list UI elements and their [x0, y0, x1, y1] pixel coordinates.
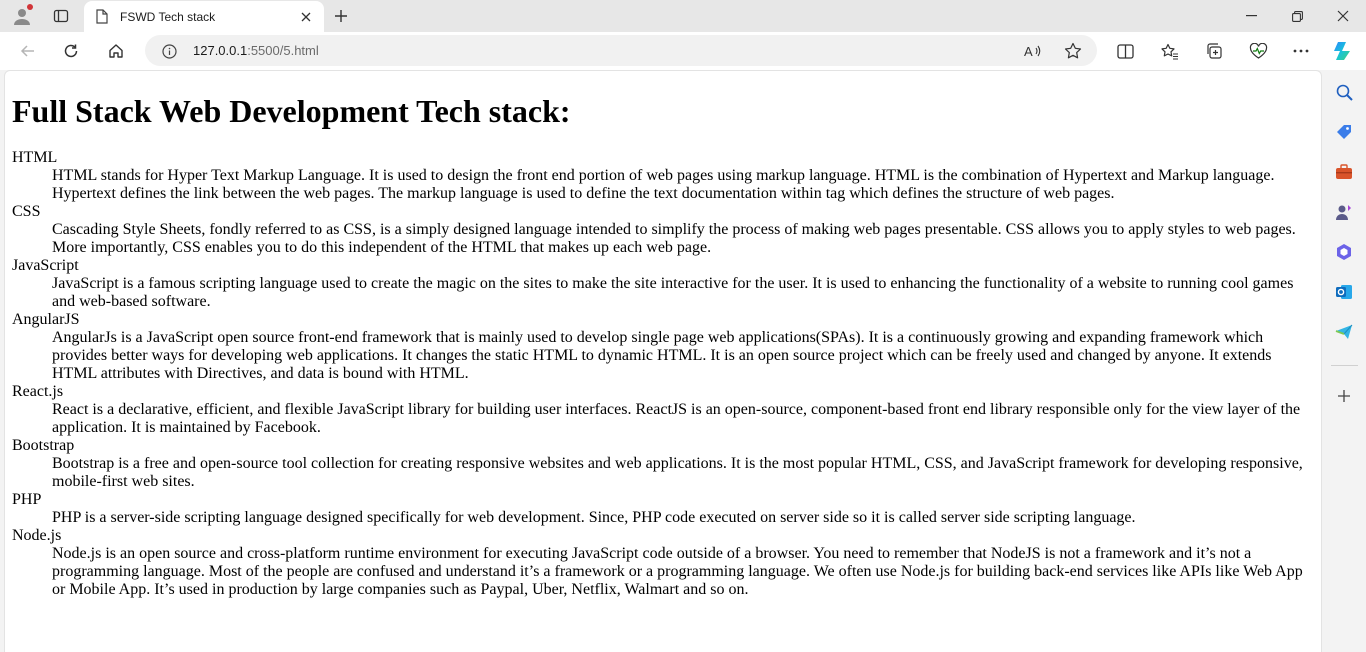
tools-briefcase-icon[interactable] — [1333, 161, 1355, 183]
home-icon[interactable] — [103, 39, 129, 63]
address-bar[interactable]: 127.0.0.1:5500/5.html A — [145, 35, 1097, 66]
send-icon[interactable] — [1333, 321, 1355, 343]
read-aloud-icon[interactable]: A — [1022, 40, 1044, 62]
tech-description: Bootstrap is a free and open-source tool… — [52, 455, 1303, 490]
collections-icon[interactable] — [1201, 39, 1227, 63]
tech-description: Node.js is an open source and cross-plat… — [52, 545, 1303, 598]
url-path: :5500/5.html — [247, 43, 319, 58]
browser-tab[interactable]: FSWD Tech stack — [84, 1, 324, 32]
plus-icon[interactable] — [330, 5, 352, 27]
tab-strip: FSWD Tech stack — [0, 0, 1366, 32]
tech-description: Cascading Style Sheets, fondly referred … — [52, 221, 1296, 256]
tech-description: HTML stands for Hyper Text Markup Langua… — [52, 167, 1275, 202]
heart-pulse-icon[interactable] — [1245, 39, 1271, 63]
arrow-left-icon[interactable] — [15, 39, 41, 63]
restore-icon[interactable] — [1274, 0, 1320, 32]
minimize-icon[interactable] — [1228, 0, 1274, 32]
tech-term: AngularJS — [12, 311, 80, 328]
microsoft365-icon[interactable] — [1333, 241, 1355, 263]
tech-term: HTML — [12, 149, 58, 166]
shopping-tag-icon[interactable] — [1333, 121, 1355, 143]
tech-description: JavaScript is a famous scripting languag… — [52, 275, 1294, 310]
ellipsis-icon[interactable] — [1288, 39, 1314, 63]
copilot-icon[interactable] — [1330, 39, 1356, 63]
star-icon[interactable] — [1062, 40, 1084, 62]
favorites-icon[interactable] — [1157, 39, 1183, 63]
refresh-icon[interactable] — [58, 39, 84, 63]
page-viewport: Full Stack Web Development Tech stack: H… — [4, 70, 1322, 652]
close-icon[interactable] — [296, 7, 316, 27]
tab-actions-icon[interactable] — [50, 5, 72, 27]
search-icon[interactable] — [1333, 81, 1355, 103]
tech-term: PHP — [12, 491, 42, 508]
plus-icon[interactable] — [1333, 385, 1355, 407]
browser-toolbar: 127.0.0.1:5500/5.html A — [0, 32, 1366, 70]
split-screen-icon[interactable] — [1112, 39, 1138, 63]
edge-sidebar — [1323, 70, 1366, 652]
tech-description: PHP is a server-side scripting language … — [52, 509, 1136, 526]
tech-term: JavaScript — [12, 257, 79, 274]
tech-stack-list: HTML HTML stands for Hyper Text Markup La… — [12, 149, 1321, 599]
notification-dot — [27, 4, 33, 10]
tech-description: AngularJs is a JavaScript open source fr… — [52, 329, 1272, 382]
tech-term: React.js — [12, 383, 64, 400]
page-icon — [96, 9, 110, 25]
games-icon[interactable] — [1333, 201, 1355, 223]
tab-title: FSWD Tech stack — [120, 9, 216, 24]
url-host: 127.0.0.1 — [193, 43, 248, 58]
outlook-icon[interactable] — [1333, 281, 1355, 303]
tech-term: CSS — [12, 203, 41, 220]
svg-text:A: A — [1024, 44, 1033, 59]
sidebar-divider — [1331, 365, 1358, 366]
info-icon[interactable] — [161, 43, 177, 59]
close-icon[interactable] — [1320, 0, 1366, 32]
url-text[interactable]: 127.0.0.1:5500/5.html — [193, 43, 319, 58]
page-content: Full Stack Web Development Tech stack: H… — [5, 92, 1321, 599]
page-title: Full Stack Web Development Tech stack: — [12, 93, 571, 129]
tech-term: Node.js — [12, 527, 62, 544]
tech-description: React is a declarative, efficient, and f… — [52, 401, 1301, 436]
tech-term: Bootstrap — [12, 437, 75, 454]
